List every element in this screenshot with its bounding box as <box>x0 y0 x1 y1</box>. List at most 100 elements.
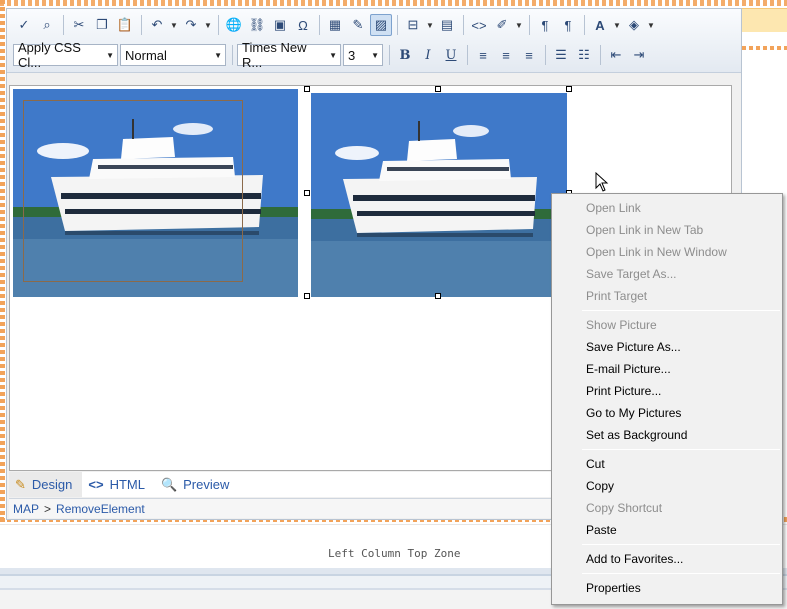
magnifier-icon: 🔍 <box>160 476 178 492</box>
menu-item-add-to-favorites[interactable]: Add to Favorites... <box>552 548 782 570</box>
menu-item-save-picture-as[interactable]: Save Picture As... <box>552 336 782 358</box>
menu-item-open-link-new-tab: Open Link in New Tab <box>586 223 704 237</box>
chevron-down-icon: ▼ <box>214 50 222 60</box>
font-name-select[interactable]: Times New R... ▼ <box>237 40 341 70</box>
menu-item-show-picture: Show Picture <box>586 318 657 332</box>
menu-item-properties[interactable]: Properties <box>552 577 782 599</box>
insert-snippet-icon[interactable]: <> <box>468 14 490 36</box>
format-stripper-icon[interactable]: ✐ <box>491 14 513 36</box>
menu-item-go-to-my-pictures[interactable]: Go to My Pictures <box>552 402 782 424</box>
zone-dashed-border-right <box>742 46 787 50</box>
menu-item-copy[interactable]: Copy <box>552 475 782 497</box>
resize-handle[interactable] <box>566 86 572 92</box>
breadcrumb-separator: > <box>44 501 52 516</box>
zone-label: Left Column Top Zone <box>328 547 461 560</box>
italic-button[interactable]: I <box>417 44 439 66</box>
context-menu: Open Link Open Link in New Tab Open Link… <box>551 193 783 605</box>
menu-item-cut[interactable]: Cut <box>552 453 782 475</box>
insert-form-element-icon[interactable]: ⊟ <box>402 14 424 36</box>
form-element-dropdown-icon[interactable]: ▼ <box>425 14 435 36</box>
tab-design[interactable]: ✎ Design <box>9 472 83 497</box>
tab-html[interactable]: <> HTML <box>82 472 155 497</box>
resize-handle[interactable] <box>435 293 441 299</box>
boat-image-right[interactable] <box>311 93 567 297</box>
font-name-value: Times New R... <box>242 40 307 70</box>
editor-toolbar: ✓ ⌕ ✂ ❐ 📋 ↶ ▼ ↷ ▼ 🌐 ⛓ ▣ Ω ▦ ✎ ▨ ⊟ ▼ ▤ <> <box>7 9 741 73</box>
menu-item-copy-shortcut: Copy Shortcut <box>586 501 663 515</box>
insert-table-icon[interactable]: ▦ <box>324 14 346 36</box>
redo-dropdown-icon[interactable]: ▼ <box>203 14 213 36</box>
paste-icon[interactable]: 📋 <box>114 14 136 36</box>
menu-item-set-as-background[interactable]: Set as Background <box>552 424 782 446</box>
toolbar-separator <box>600 45 601 65</box>
redo-icon[interactable]: ↷ <box>180 14 202 36</box>
menu-separator <box>582 310 780 311</box>
toolbar-separator <box>218 15 219 35</box>
fore-color-icon[interactable]: A <box>589 14 611 36</box>
resize-handle[interactable] <box>435 86 441 92</box>
spellcheck-icon[interactable]: ✓ <box>13 14 35 36</box>
indent-icon[interactable]: ⇥ <box>628 44 650 66</box>
cut-icon[interactable]: ✂ <box>68 14 90 36</box>
edit-form-icon[interactable]: ✎ <box>347 14 369 36</box>
underline-button[interactable]: U <box>440 44 462 66</box>
boat-image-left[interactable] <box>13 89 298 297</box>
undo-dropdown-icon[interactable]: ▼ <box>169 14 179 36</box>
left-to-right-icon[interactable]: ¶ <box>534 14 556 36</box>
toolbar-separator <box>529 15 530 35</box>
menu-separator <box>582 544 780 545</box>
resize-handle[interactable] <box>304 86 310 92</box>
paragraph-style-select[interactable]: Normal ▼ <box>120 44 226 66</box>
hyperlink-icon[interactable]: 🌐 <box>223 14 245 36</box>
format-stripper-dropdown-icon[interactable]: ▼ <box>514 14 524 36</box>
tab-preview-label: Preview <box>183 477 230 492</box>
toolbar-row-1: ✓ ⌕ ✂ ❐ 📋 ↶ ▼ ↷ ▼ 🌐 ⛓ ▣ Ω ▦ ✎ ▨ ⊟ ▼ ▤ <> <box>13 12 657 38</box>
menu-item-email-picture[interactable]: E-mail Picture... <box>552 358 782 380</box>
toolbar-separator <box>467 45 468 65</box>
menu-item-open-link-new-window: Open Link in New Window <box>586 245 727 259</box>
tab-design-label: Design <box>31 477 73 492</box>
outdent-icon[interactable]: ⇤ <box>605 44 627 66</box>
undo-icon[interactable]: ↶ <box>146 14 168 36</box>
menu-item-print-picture[interactable]: Print Picture... <box>552 380 782 402</box>
resize-handle[interactable] <box>304 190 310 196</box>
menu-item-print-target: Print Target <box>586 289 648 303</box>
bold-button[interactable]: B <box>394 44 416 66</box>
bulleted-list-icon[interactable]: ☷ <box>573 44 595 66</box>
toolbar-separator <box>584 15 585 35</box>
tab-html-label: HTML <box>109 477 145 492</box>
back-color-icon[interactable]: ◈ <box>623 14 645 36</box>
fore-color-dropdown-icon[interactable]: ▼ <box>612 14 622 36</box>
toggle-borders-icon[interactable]: ▤ <box>436 14 458 36</box>
copy-icon[interactable]: ❐ <box>91 14 113 36</box>
tab-preview[interactable]: 🔍 Preview <box>155 472 239 497</box>
breadcrumb-item-remove-element[interactable]: RemoveElement <box>56 502 145 516</box>
font-size-value: 3 <box>348 47 356 63</box>
menu-separator <box>582 449 780 450</box>
align-left-icon[interactable]: ≡ <box>472 44 494 66</box>
right-to-left-icon[interactable]: ¶ <box>557 14 579 36</box>
find-replace-icon[interactable]: ⌕ <box>36 14 58 36</box>
code-icon: <> <box>88 477 104 492</box>
back-color-dropdown-icon[interactable]: ▼ <box>646 14 656 36</box>
chevron-down-icon: ▼ <box>371 50 379 60</box>
breadcrumb-item-map[interactable]: MAP <box>13 502 39 516</box>
toolbar-separator <box>389 45 390 65</box>
image-map-icon[interactable]: ▨ <box>370 14 392 36</box>
zone-dashed-border-top <box>0 0 787 6</box>
insert-symbol-icon[interactable]: Ω <box>292 14 314 36</box>
align-right-icon[interactable]: ≡ <box>518 44 540 66</box>
apply-css-class-select[interactable]: Apply CSS Cl... ▼ <box>13 40 118 70</box>
resize-handle[interactable] <box>304 293 310 299</box>
menu-item-paste[interactable]: Paste <box>552 519 782 541</box>
pencil-icon: ✎ <box>15 476 26 492</box>
toolbar-separator <box>463 15 464 35</box>
image-manager-icon[interactable]: ▣ <box>269 14 291 36</box>
remove-link-icon[interactable]: ⛓ <box>246 14 268 36</box>
menu-separator <box>582 573 780 574</box>
apply-css-class-value: Apply CSS Cl... <box>18 40 81 70</box>
font-size-select[interactable]: 3 ▼ <box>343 44 383 66</box>
align-center-icon[interactable]: ≡ <box>495 44 517 66</box>
numbered-list-icon[interactable]: ☰ <box>550 44 572 66</box>
chevron-down-icon: ▼ <box>106 50 114 60</box>
